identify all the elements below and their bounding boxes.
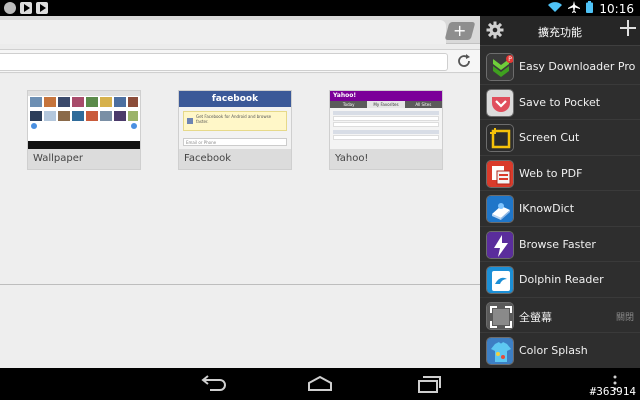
extension-list: P Easy Downloader Pro Save to Pocket Scr… [480, 49, 640, 369]
tile-title: Wallpaper [28, 149, 140, 169]
color-shirt-icon [486, 337, 514, 365]
lightning-icon [486, 230, 514, 259]
url-input[interactable] [0, 53, 448, 71]
battery-icon [586, 1, 594, 16]
extension-browse-faster[interactable]: Browse Faster [480, 227, 640, 262]
speed-dial-tile-wallpaper[interactable]: Wallpaper [27, 90, 141, 170]
extension-label: 全螢幕 [519, 310, 552, 324]
fullscreen-icon [486, 301, 514, 330]
tile-thumbnail: facebook Get Facebook for Android and br… [179, 91, 291, 149]
tab-bar: + [0, 16, 480, 44]
recent-apps-icon[interactable] [416, 374, 442, 394]
extension-label: Save to Pocket [519, 95, 601, 109]
back-icon[interactable] [200, 374, 226, 394]
browser-window: + Wallpaper facebook Get Facebook for An… [0, 16, 480, 368]
extensions-panel: 擴充功能 P Easy Downloader Pro Save to Pocke… [480, 16, 640, 368]
android-icon [4, 2, 16, 14]
screen: 10:16 + Wallpaper facebook Get Facebook … [0, 0, 640, 400]
facebook-logo: facebook [179, 91, 291, 107]
extension-color-splash[interactable]: Color Splash [480, 333, 640, 369]
panel-header: 擴充功能 [480, 16, 640, 46]
gear-icon[interactable] [486, 21, 504, 39]
extension-web-to-pdf[interactable]: Web to PDF [480, 156, 640, 191]
tile-title: Facebook [179, 149, 291, 169]
divider [0, 284, 480, 285]
clock: 10:16 [599, 1, 634, 16]
play-icon [20, 2, 32, 14]
svg-text:P: P [508, 56, 512, 63]
pdf-icon [486, 159, 514, 188]
active-tab[interactable] [0, 20, 446, 44]
panel-title: 擴充功能 [538, 26, 582, 39]
extension-screen-cut[interactable]: Screen Cut [480, 120, 640, 156]
speed-dial: Wallpaper facebook Get Facebook for Andr… [0, 74, 480, 368]
tile-thumbnail: Yahoo! Today My Favorites All Sites [330, 91, 442, 149]
watermark: #363914 [589, 385, 636, 398]
tile-title: Yahoo! [330, 149, 442, 169]
status-bar: 10:16 [0, 0, 640, 16]
speed-dial-tile-yahoo[interactable]: Yahoo! Today My Favorites All Sites Yaho… [329, 90, 443, 170]
extension-iknowdict[interactable]: IKnowDict [480, 191, 640, 227]
reader-icon [486, 266, 514, 294]
facebook-notice: Get Facebook for Android and browse fast… [183, 111, 287, 131]
reload-icon[interactable] [454, 52, 474, 72]
extension-label: Web to PDF [519, 166, 583, 180]
extension-easy-downloader-pro[interactable]: P Easy Downloader Pro [480, 49, 640, 85]
extension-label: Screen Cut [519, 131, 580, 144]
extension-label: Browse Faster [519, 237, 596, 251]
play-icon [36, 2, 48, 14]
yahoo-tabs: Today My Favorites All Sites [330, 101, 442, 108]
navigation-bar: #363914 [0, 368, 640, 400]
pocket-icon [486, 88, 514, 117]
download-arrow-icon: P [486, 53, 514, 81]
wifi-icon [548, 1, 563, 16]
extension-label: IKnowDict [519, 202, 575, 215]
extension-label: Dolphin Reader [519, 273, 604, 286]
facebook-email-field: Email or Phone [183, 138, 287, 146]
dictionary-book-icon [486, 195, 514, 223]
home-icon[interactable] [307, 374, 333, 394]
extension-label: Easy Downloader Pro [519, 60, 636, 73]
extension-fullscreen[interactable]: 全螢幕 關閉 [480, 298, 640, 333]
plus-icon: + [453, 21, 467, 40]
speed-dial-tile-facebook[interactable]: facebook Get Facebook for Android and br… [178, 90, 292, 170]
address-bar [0, 49, 480, 73]
extension-status[interactable]: 關閉 [616, 310, 634, 323]
add-extension-button[interactable] [618, 19, 638, 41]
extension-save-to-pocket[interactable]: Save to Pocket [480, 85, 640, 120]
new-tab-button[interactable]: + [444, 21, 476, 40]
crop-icon [486, 124, 514, 152]
system-icons: 10:16 [548, 1, 634, 16]
extension-dolphin-reader[interactable]: Dolphin Reader [480, 262, 640, 298]
airplane-icon [568, 1, 581, 16]
extension-label: Color Splash [519, 344, 588, 357]
yahoo-logo: Yahoo! [333, 92, 357, 99]
notification-icons [4, 2, 48, 14]
tile-thumbnail [28, 91, 140, 149]
